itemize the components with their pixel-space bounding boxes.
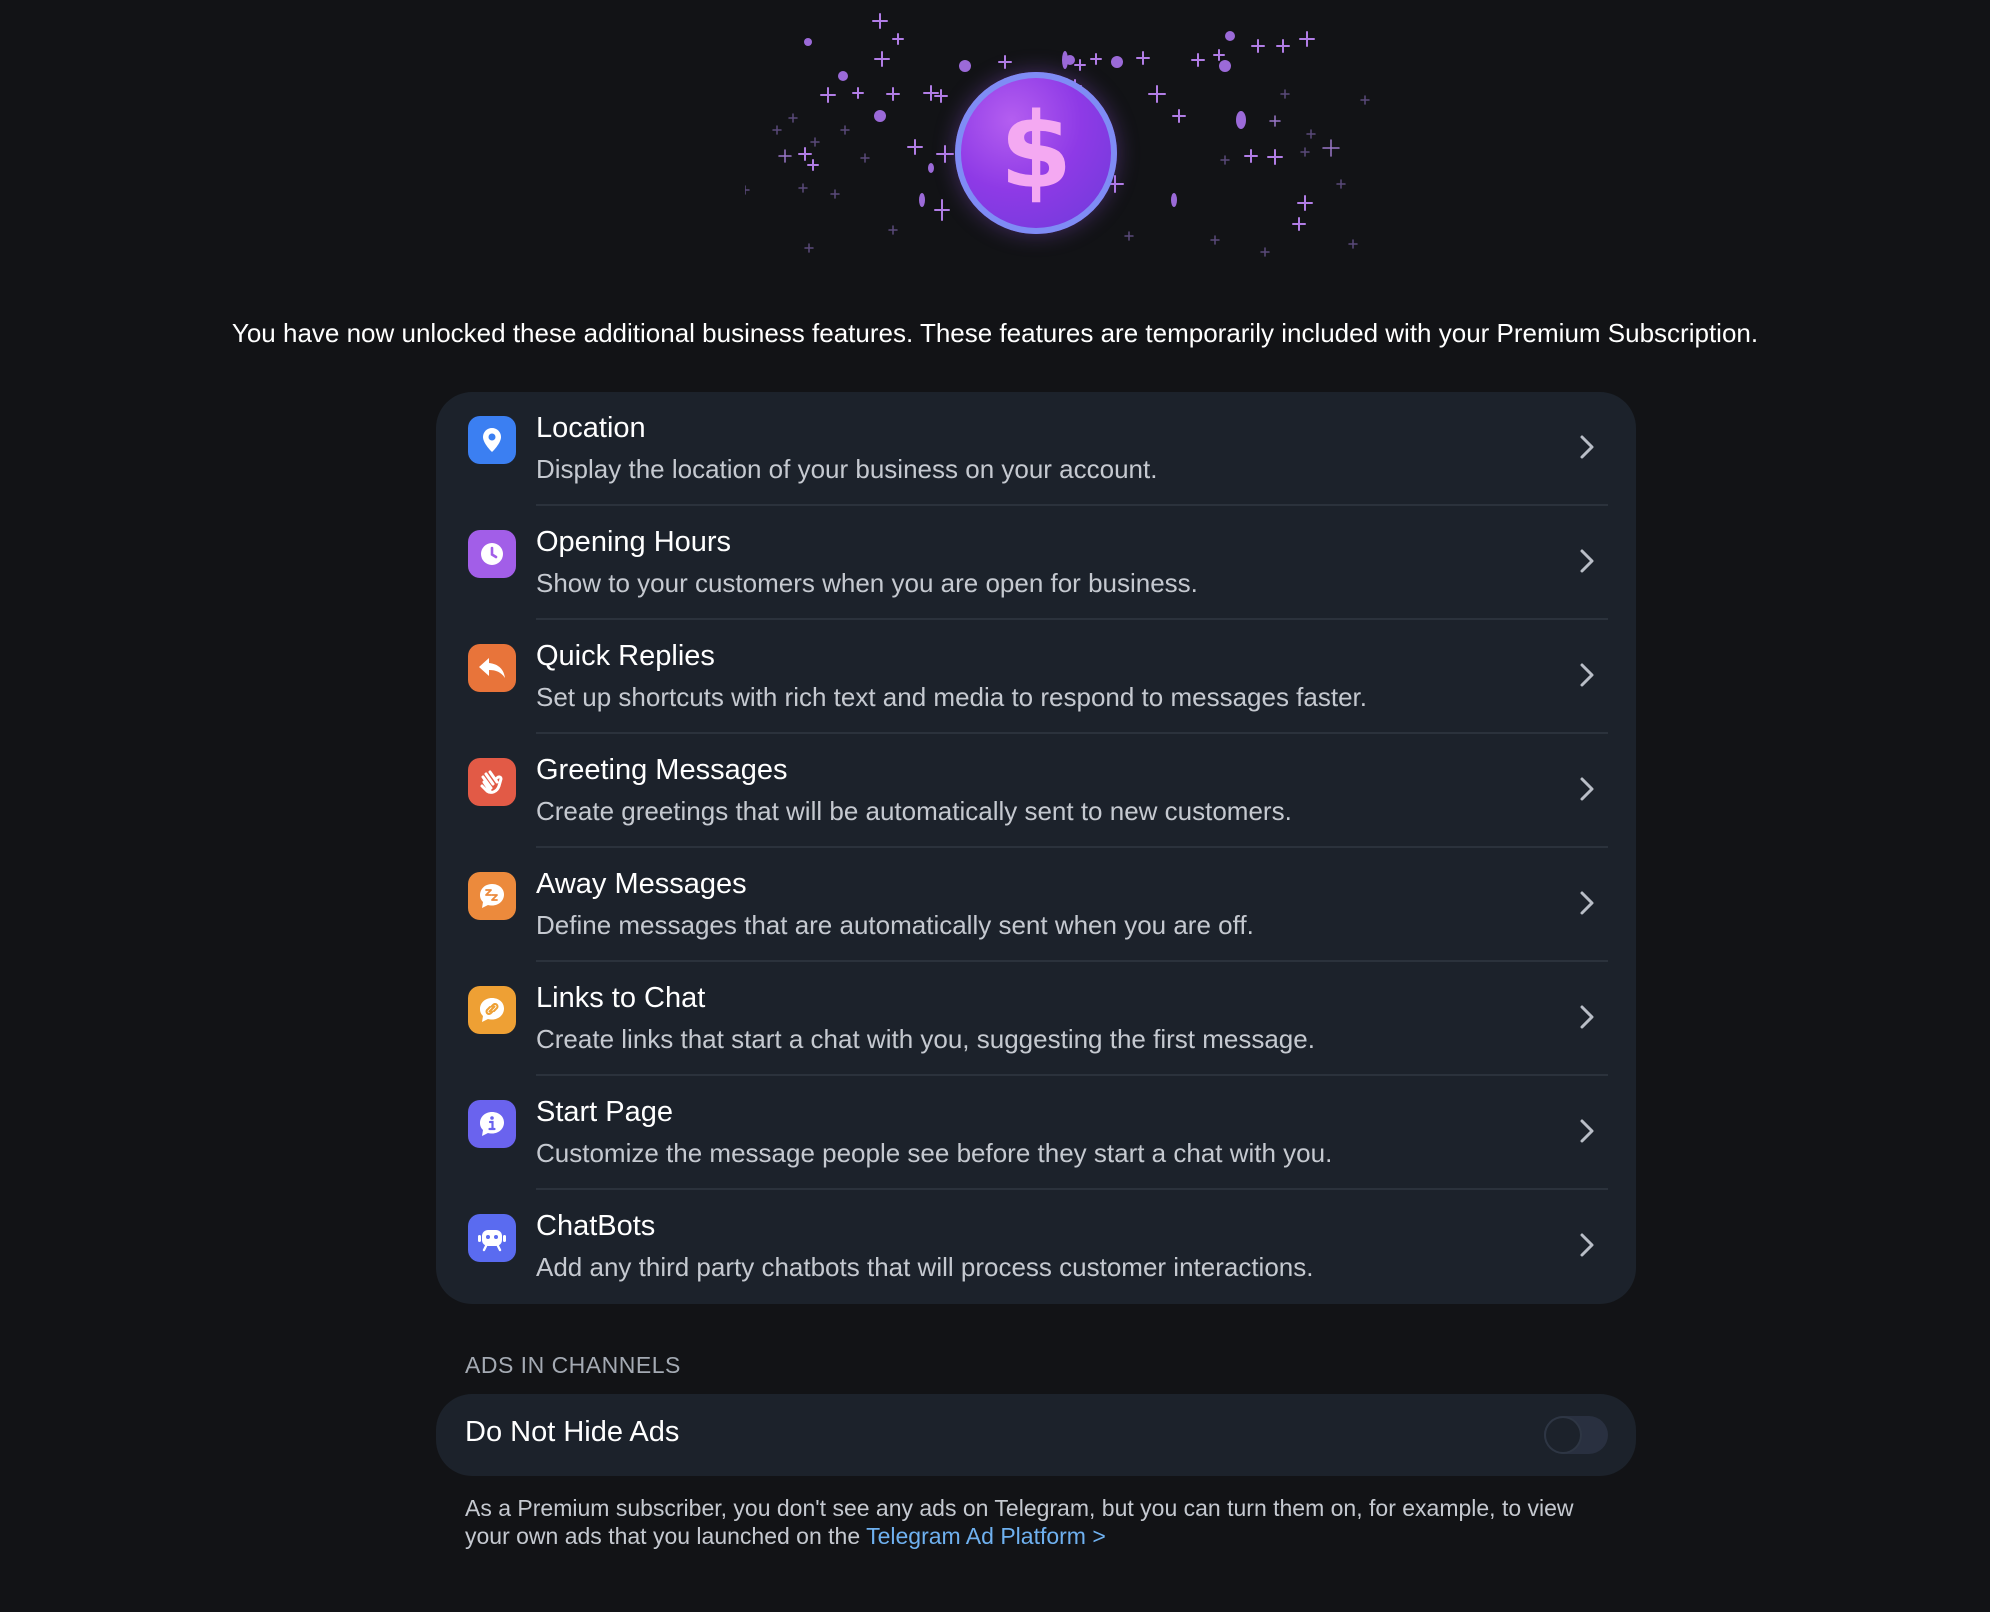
feature-description: Add any third party chatbots that will p… bbox=[536, 1252, 1314, 1282]
feature-row-greeting-messages[interactable]: Greeting Messages Create greetings that … bbox=[436, 734, 1636, 848]
feature-row-location[interactable]: Location Display the location of your bu… bbox=[436, 392, 1636, 506]
waving-hand-icon bbox=[468, 758, 516, 806]
feature-title: Start Page bbox=[536, 1096, 674, 1128]
robot-icon bbox=[468, 1214, 516, 1262]
dollar-symbol: $ bbox=[999, 90, 1073, 212]
chevron-right-icon bbox=[1580, 1119, 1594, 1143]
feature-description: Define messages that are automatically s… bbox=[536, 910, 1254, 940]
feature-description: Create greetings that will be automatica… bbox=[536, 796, 1292, 826]
feature-title: Links to Chat bbox=[536, 982, 706, 1014]
section-header-ads: ADS IN CHANNELS bbox=[465, 1352, 681, 1378]
feature-description: Set up shortcuts with rich text and medi… bbox=[536, 682, 1367, 712]
feature-row-quick-replies[interactable]: Quick Replies Set up shortcuts with rich… bbox=[436, 620, 1636, 734]
feature-row-away-messages[interactable]: Away Messages Define messages that are a… bbox=[436, 848, 1636, 962]
premium-coin-icon: $ bbox=[955, 72, 1117, 234]
feature-description: Display the location of your business on… bbox=[536, 454, 1158, 484]
do-not-hide-ads-toggle[interactable] bbox=[1544, 1416, 1608, 1454]
chevron-right-icon bbox=[1580, 1005, 1594, 1029]
chevron-right-icon bbox=[1580, 1233, 1594, 1257]
telegram-ad-platform-link[interactable]: Telegram Ad Platform > bbox=[866, 1523, 1106, 1549]
clock-icon bbox=[468, 530, 516, 578]
toggle-knob bbox=[1546, 1418, 1580, 1452]
intro-text: You have now unlocked these additional b… bbox=[231, 318, 1759, 348]
feature-row-chatbots[interactable]: ChatBots Add any third party chatbots th… bbox=[436, 1190, 1636, 1304]
feature-title: ChatBots bbox=[536, 1210, 656, 1242]
chevron-right-icon bbox=[1580, 663, 1594, 687]
feature-title: Quick Replies bbox=[536, 640, 715, 672]
feature-title: Away Messages bbox=[536, 868, 747, 900]
do-not-hide-ads-row[interactable]: Do Not Hide Ads bbox=[436, 1394, 1636, 1476]
link-bubble-icon bbox=[468, 986, 516, 1034]
feature-title: Opening Hours bbox=[536, 526, 732, 558]
sleep-bubble-icon bbox=[468, 872, 516, 920]
feature-description: Show to your customers when you are open… bbox=[536, 568, 1198, 598]
feature-row-start-page[interactable]: Start Page Customize the message people … bbox=[436, 1076, 1636, 1190]
feature-row-links-to-chat[interactable]: Links to Chat Create links that start a … bbox=[436, 962, 1636, 1076]
do-not-hide-ads-label: Do Not Hide Ads bbox=[465, 1416, 680, 1448]
location-pin-icon bbox=[468, 416, 516, 464]
feature-title: Greeting Messages bbox=[536, 754, 788, 786]
feature-description: Create links that start a chat with you,… bbox=[536, 1024, 1315, 1054]
chevron-right-icon bbox=[1580, 777, 1594, 801]
ads-footnote: As a Premium subscriber, you don't see a… bbox=[465, 1494, 1615, 1550]
chevron-right-icon bbox=[1580, 549, 1594, 573]
business-features-page: $ You have now unlocked these additional… bbox=[0, 0, 1990, 1612]
features-card: Location Display the location of your bu… bbox=[436, 392, 1636, 1304]
feature-row-opening-hours[interactable]: Opening Hours Show to your customers whe… bbox=[436, 506, 1636, 620]
chevron-right-icon bbox=[1580, 435, 1594, 459]
reply-arrow-icon bbox=[468, 644, 516, 692]
feature-title: Location bbox=[536, 412, 646, 444]
chevron-right-icon bbox=[1580, 891, 1594, 915]
info-bubble-icon bbox=[468, 1100, 516, 1148]
feature-description: Customize the message people see before … bbox=[536, 1138, 1333, 1168]
